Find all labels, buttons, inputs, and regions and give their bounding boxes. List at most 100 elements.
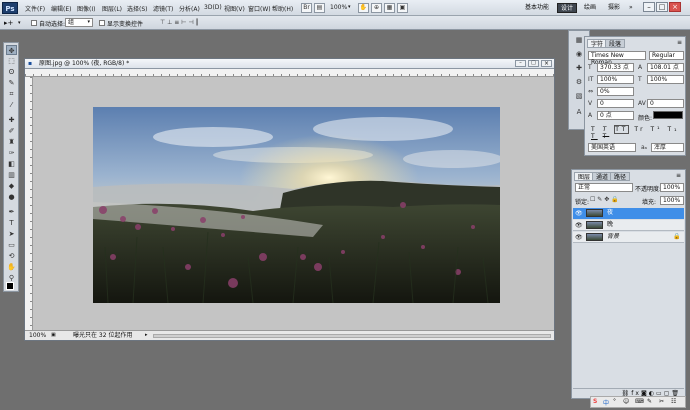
kerning-field[interactable]: 0 xyxy=(597,99,634,108)
canvas-image[interactable] xyxy=(93,107,500,303)
auto-select-dropdown[interactable]: 组 ▾ xyxy=(65,18,93,27)
text-color-swatch[interactable] xyxy=(653,111,683,119)
zoom-level[interactable]: 100% xyxy=(330,4,347,11)
document-close-button[interactable]: × xyxy=(541,60,552,67)
document-minimize-button[interactable]: – xyxy=(515,60,526,67)
move-tool-icon[interactable]: ✥ xyxy=(6,45,17,55)
ime-logo-icon[interactable]: S xyxy=(593,398,597,405)
ime-handwrite-icon[interactable]: ✎ xyxy=(647,398,652,405)
ime-punct-icon[interactable]: ° xyxy=(613,398,616,405)
marquee-tool-icon[interactable]: ⬚ xyxy=(6,56,17,66)
move-tool-preset-icon[interactable]: ▸+ xyxy=(4,19,13,27)
visibility-eye-icon[interactable]: 👁 xyxy=(575,222,583,229)
minimize-button[interactable]: – xyxy=(643,2,655,12)
zoom-dropdown-icon[interactable]: ▾ xyxy=(348,4,351,10)
brush-tool-icon[interactable]: ✐ xyxy=(6,126,17,136)
pen-tool-icon[interactable]: ✒ xyxy=(6,207,17,217)
ime-menu-icon[interactable]: ☷ xyxy=(671,398,676,405)
layer-row[interactable]: 👁 夜 xyxy=(573,208,684,219)
tab-paths[interactable]: 路径 xyxy=(610,172,631,181)
ime-emoji-icon[interactable]: ☺ xyxy=(623,398,629,405)
clone-stamp-tool-icon[interactable]: ♜ xyxy=(6,137,17,147)
quick-select-tool-icon[interactable]: ✎ xyxy=(6,78,17,88)
visibility-eye-icon[interactable]: 👁 xyxy=(575,234,583,241)
menu-layer[interactable]: 图层(L) xyxy=(102,4,122,13)
menu-analysis[interactable]: 分析(A) xyxy=(179,4,200,13)
menu-edit[interactable]: 编辑(E) xyxy=(51,4,71,13)
workspace-photography[interactable]: 摄影 xyxy=(605,3,623,13)
leading-field[interactable]: 108.01 点 xyxy=(647,63,684,72)
status-menu-arrow-icon[interactable]: ▸ xyxy=(145,331,148,340)
antialias-select[interactable]: 浑厚 xyxy=(651,143,684,152)
crop-tool-icon[interactable]: ⌗ xyxy=(6,89,17,99)
zoom-tool-icon[interactable]: ⊕ xyxy=(371,3,382,13)
baseline-shift-field[interactable]: 0 点 xyxy=(597,111,634,120)
menu-view[interactable]: 视图(V) xyxy=(224,4,245,13)
path-selection-tool-icon[interactable]: ➤ xyxy=(6,229,17,239)
horizontal-scale-field[interactable]: 100% xyxy=(647,75,684,84)
bridge-icon[interactable]: Br xyxy=(301,3,312,13)
close-button[interactable]: × xyxy=(669,2,681,12)
dodge-tool-icon[interactable]: ● xyxy=(6,192,17,202)
font-style-select[interactable]: Regular xyxy=(649,51,684,60)
layer-row[interactable]: 👁 晚 xyxy=(573,220,684,231)
arrange-documents-icon[interactable]: ▦ xyxy=(384,3,395,13)
tab-character[interactable]: 字符 xyxy=(587,39,608,48)
shape-tool-icon[interactable]: ▭ xyxy=(6,240,17,250)
menu-select[interactable]: 选择(S) xyxy=(127,4,148,13)
menu-window[interactable]: 窗口(W) xyxy=(248,4,271,13)
auto-select-checkbox[interactable] xyxy=(31,20,37,26)
lock-icons[interactable]: ☐ ✎ ✥ 🔒 xyxy=(590,196,619,203)
workspace-painting[interactable]: 绘画 xyxy=(581,3,599,13)
tsume-field[interactable]: 0% xyxy=(597,87,634,96)
opacity-field[interactable]: 100% xyxy=(660,183,684,192)
document-tab[interactable]: ▪ 原图.jpg @ 100% (夜, RGB/8) * – □ × xyxy=(25,59,554,69)
workspace-more[interactable]: » xyxy=(626,3,636,13)
menu-help[interactable]: 帮助(H) xyxy=(272,4,293,13)
transform-controls-checkbox[interactable] xyxy=(99,20,105,26)
tab-layers[interactable]: 图层 xyxy=(574,172,595,181)
type-tool-icon[interactable]: T xyxy=(6,218,17,228)
layers-menu-icon[interactable]: ≡ xyxy=(676,172,681,179)
ime-tools-icon[interactable]: ✂ xyxy=(659,398,664,405)
fill-field[interactable]: 100% xyxy=(660,196,684,205)
blur-tool-icon[interactable]: ◆ xyxy=(6,181,17,191)
subscript-button[interactable]: T₁ xyxy=(668,126,680,133)
hand-tool-icon[interactable]: ✋ xyxy=(358,3,369,13)
menu-file[interactable]: 文件(F) xyxy=(25,4,45,13)
eraser-tool-icon[interactable]: ◧ xyxy=(6,159,17,169)
font-family-select[interactable]: Times New Roman xyxy=(588,51,646,66)
hand-tool-icon[interactable]: ✋ xyxy=(6,262,17,272)
ruler-horizontal[interactable] xyxy=(25,69,554,77)
preset-dropdown-icon[interactable]: ▾ xyxy=(18,20,21,26)
ime-lang-icon[interactable]: 中 xyxy=(603,398,609,407)
restore-button[interactable]: □ xyxy=(656,2,668,12)
menu-3d[interactable]: 3D(D) xyxy=(204,4,222,11)
menu-image[interactable]: 图像(I) xyxy=(77,4,95,13)
visibility-eye-icon[interactable]: 👁 xyxy=(575,210,583,217)
strikethrough-button[interactable]: T xyxy=(603,133,610,140)
all-caps-button[interactable]: TT xyxy=(614,125,630,134)
document-maximize-button[interactable]: □ xyxy=(528,60,539,67)
ruler-vertical[interactable] xyxy=(25,77,33,330)
language-select[interactable]: 美国英语 xyxy=(588,143,636,152)
horizontal-scrollbar[interactable] xyxy=(153,334,551,338)
vertical-scale-field[interactable]: 100% xyxy=(597,75,634,84)
underline-button[interactable]: T xyxy=(591,133,598,140)
lasso-tool-icon[interactable]: ʘ xyxy=(6,67,17,77)
blend-mode-select[interactable]: 正常 xyxy=(575,183,633,192)
workspace-design[interactable]: 设计 xyxy=(557,3,578,13)
gradient-tool-icon[interactable]: ▥ xyxy=(6,170,17,180)
panel-menu-icon[interactable]: ≡ xyxy=(677,39,682,46)
tab-paragraph[interactable]: 段落 xyxy=(605,39,626,48)
status-preview-icon[interactable]: ▣ xyxy=(51,331,56,340)
small-caps-button[interactable]: Tr xyxy=(634,126,645,133)
tab-channels[interactable]: 通道 xyxy=(592,172,613,181)
foreground-color-swatch[interactable] xyxy=(6,282,14,290)
history-brush-tool-icon[interactable]: ✑ xyxy=(6,148,17,158)
workspace-basic[interactable]: 基本功能 xyxy=(522,3,552,13)
screen-mode-icon[interactable]: ▣ xyxy=(397,3,408,13)
3d-rotate-tool-icon[interactable]: ⟲ xyxy=(6,251,17,261)
eyedropper-tool-icon[interactable]: ⁄ xyxy=(6,100,17,110)
healing-brush-tool-icon[interactable]: ✚ xyxy=(6,115,17,125)
